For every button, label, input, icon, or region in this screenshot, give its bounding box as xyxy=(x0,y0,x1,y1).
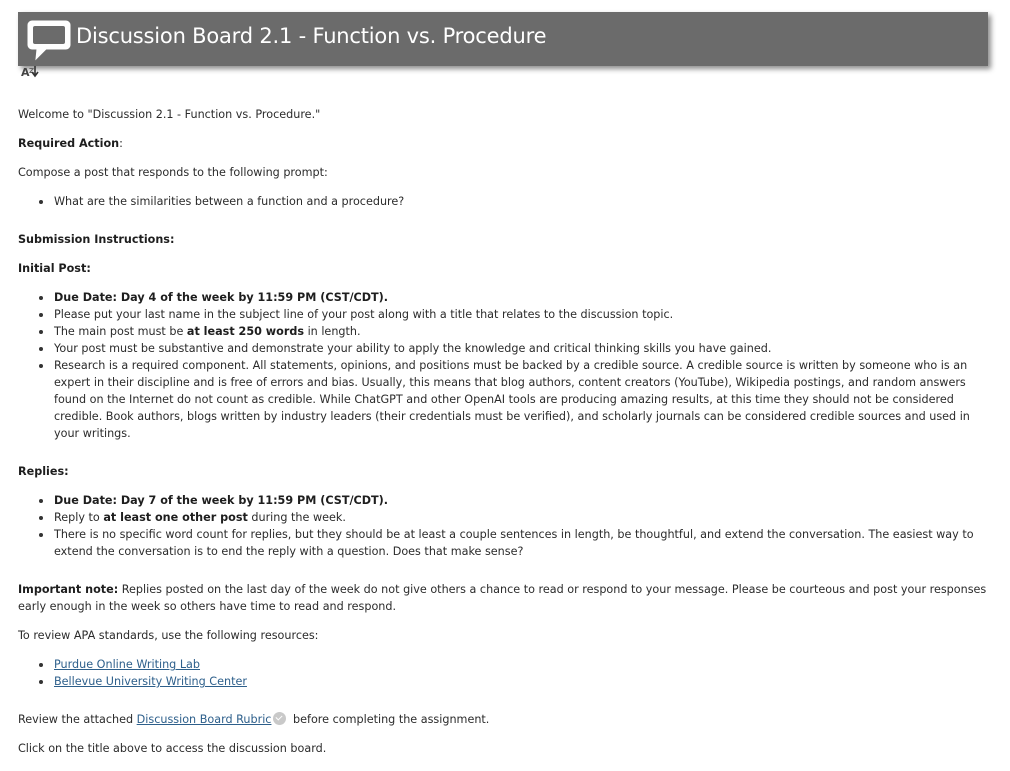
important-label: Important note: xyxy=(18,583,119,596)
replies-heading: Replies: xyxy=(18,465,69,478)
initial-post-heading: Initial Post: xyxy=(18,262,91,275)
list-item: What are the similarities between a func… xyxy=(39,193,984,210)
reply-post-text: during the week. xyxy=(247,511,346,524)
compose-text: Compose a post that responds to the foll… xyxy=(18,166,328,179)
submission-heading: Submission Instructions: xyxy=(18,233,175,246)
length-bold-text: at least 250 words xyxy=(186,325,305,338)
purdue-owl-link[interactable]: Purdue Online Writing Lab xyxy=(54,658,200,671)
list-item: Reply to at least one other post during … xyxy=(39,509,984,526)
list-item: Research is a required component. All st… xyxy=(39,357,984,442)
initial-post-list: Due Date: Day 4 of the week by 11:59 PM … xyxy=(18,289,984,442)
list-item: Due Date: Day 4 of the week by 11:59 PM … xyxy=(39,289,984,306)
resource-links-list: Purdue Online Writing Lab Bellevue Unive… xyxy=(18,656,984,690)
attachment-menu-icon[interactable] xyxy=(273,712,287,725)
apa-intro: To review APA standards, use the followi… xyxy=(18,629,319,642)
rubric-line: Review the attached Discussion Board Rub… xyxy=(18,711,489,728)
page-title[interactable]: Discussion Board 2.1 - Function vs. Proc… xyxy=(76,24,547,48)
length-pre-text: The main post must be xyxy=(54,325,187,338)
prompt-list: What are the similarities between a func… xyxy=(18,193,984,210)
important-note: Important note: Replies posted on the la… xyxy=(18,581,988,615)
welcome-text: Welcome to "Discussion 2.1 - Function vs… xyxy=(18,108,321,121)
list-item: The main post must be at least 250 words… xyxy=(39,323,984,340)
rubric-link[interactable]: Discussion Board Rubric xyxy=(137,713,272,726)
rubric-pre-text: Review the attached xyxy=(18,713,137,726)
speech-bubble-icon xyxy=(27,20,71,61)
bellevue-writing-center-link[interactable]: Bellevue University Writing Center xyxy=(54,675,247,688)
required-action-label: Required Action xyxy=(18,137,120,150)
list-item: Please put your last name in the subject… xyxy=(39,306,984,323)
sort-az-icon[interactable]: A Z xyxy=(20,64,46,80)
list-item: Your post must be substantive and demons… xyxy=(39,340,984,357)
reply-bold-text: at least one other post xyxy=(103,511,248,524)
length-post-text: in length. xyxy=(304,325,361,338)
reply-pre-text: Reply to xyxy=(54,511,104,524)
list-item: Due Date: Day 7 of the week by 11:59 PM … xyxy=(39,492,984,509)
replies-list: Due Date: Day 7 of the week by 11:59 PM … xyxy=(18,492,984,560)
list-item: Purdue Online Writing Lab xyxy=(39,656,984,673)
important-text: Replies posted on the last day of the we… xyxy=(18,583,987,613)
required-action-line: Required Action: xyxy=(18,135,123,152)
discussion-header[interactable]: Discussion Board 2.1 - Function vs. Proc… xyxy=(18,12,988,66)
required-action-colon: : xyxy=(119,137,123,150)
list-item: There is no specific word count for repl… xyxy=(39,526,984,560)
rubric-post-text: before completing the assignment. xyxy=(289,713,490,726)
list-item: Bellevue University Writing Center xyxy=(39,673,984,690)
click-title-text: Click on the title above to access the d… xyxy=(18,742,327,755)
